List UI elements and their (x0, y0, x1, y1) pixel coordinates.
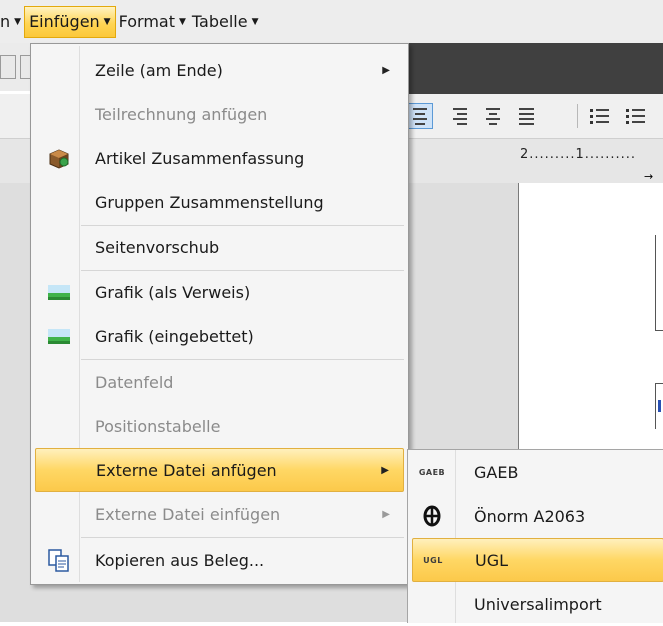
align-center-button[interactable] (480, 103, 506, 129)
menu-item-externe-datei-anfuegen[interactable]: Externe Datei anfügen ▶ (35, 448, 404, 492)
onorm-icon (423, 505, 441, 527)
bullet-list-icon[interactable] (590, 103, 616, 129)
chevron-down-icon: ▼ (103, 16, 111, 27)
menu-item-grafik-als-verweis[interactable]: Grafik (als Verweis) (33, 270, 406, 314)
menu-item-grafik-eingebettet[interactable]: Grafik (eingebettet) (33, 314, 406, 358)
numbered-list-icon[interactable] (626, 103, 652, 129)
tab-stop-arrow-icon[interactable]: → (644, 170, 653, 183)
menu-item-seitenvorschub[interactable]: Seitenvorschub (33, 225, 406, 269)
ruler[interactable]: 2.........1.......... (520, 147, 663, 177)
chevron-down-icon: ▼ (251, 16, 259, 27)
externe-datei-submenu: GAEB GAEB Önorm A2063 UGL UGL Universali… (407, 449, 663, 623)
chevron-down-icon: ▼ (178, 16, 186, 27)
menu-item-zeile-am-ende[interactable]: Zeile (am Ende) ▶ (33, 48, 406, 92)
align-justify-button[interactable] (513, 103, 539, 129)
menubar-item-format[interactable]: Format ▼ (116, 6, 189, 38)
menubar-item-partial[interactable]: n ▼ (0, 6, 24, 38)
align-left-button[interactable] (407, 103, 433, 129)
submenu-item-universalimport[interactable]: Universalimport (410, 582, 663, 626)
ugl-icon: UGL (423, 555, 443, 565)
menu-item-externe-datei-einfuegen[interactable]: Externe Datei einfügen ▶ (33, 492, 406, 536)
submenu-item-onorm-a2063[interactable]: Önorm A2063 (410, 494, 663, 538)
copy-document-icon (48, 549, 69, 572)
submenu-arrow-icon: ▶ (382, 508, 390, 520)
package-icon (49, 149, 69, 169)
align-right-button[interactable] (447, 103, 473, 129)
submenu-arrow-icon: ▶ (381, 464, 389, 476)
document-tabbar (407, 43, 663, 94)
margin-marker (655, 235, 663, 331)
menu-item-artikel-zusammenfassung[interactable]: Artikel Zusammenfassung (33, 136, 406, 180)
chevron-down-icon: ▼ (14, 16, 22, 27)
image-icon (48, 285, 70, 300)
submenu-item-gaeb[interactable]: GAEB GAEB (410, 450, 663, 494)
menubar-item-tabelle[interactable]: Tabelle ▼ (189, 6, 262, 38)
menu-item-gruppen-zusammenstellung[interactable]: Gruppen Zusammenstellung (33, 180, 406, 224)
submenu-item-ugl[interactable]: UGL UGL (412, 538, 663, 582)
menu-item-datenfeld[interactable]: Datenfeld (33, 360, 406, 404)
menu-bar: n ▼ Einfügen ▼ Format ▼ Tabelle ▼ (0, 0, 663, 43)
einfuegen-dropdown-menu: Zeile (am Ende) ▶ Teilrechnung anfügen A… (30, 43, 409, 585)
toolbar-button[interactable] (0, 55, 16, 79)
menu-item-positionstabelle[interactable]: Positionstabelle (33, 404, 406, 448)
document-page[interactable] (518, 183, 663, 451)
menubar-item-einfuegen[interactable]: Einfügen ▼ (24, 5, 116, 38)
submenu-arrow-icon: ▶ (382, 64, 390, 76)
menu-item-teilrechnung-anfuegen[interactable]: Teilrechnung anfügen (33, 92, 406, 136)
text-cursor (658, 400, 661, 412)
toolbar-separator (577, 104, 578, 128)
image-icon (48, 329, 70, 344)
menu-item-kopieren-aus-beleg[interactable]: Kopieren aus Beleg... (33, 538, 406, 582)
gaeb-icon: GAEB (418, 467, 446, 477)
